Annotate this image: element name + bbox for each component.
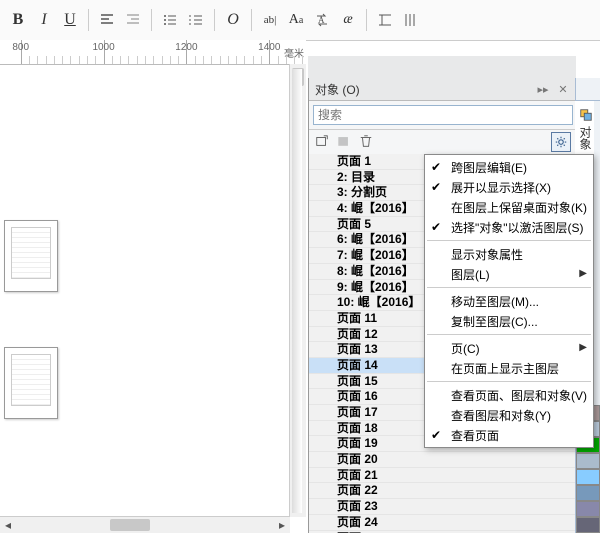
page-list-item[interactable]: 页面 21 <box>309 468 577 484</box>
menu-show-master-on-page[interactable]: 在页面上显示主图层 <box>425 358 593 378</box>
check-icon: ✔ <box>431 428 441 442</box>
separator <box>214 9 215 31</box>
menu-view-page-layer-obj[interactable]: 查看页面、图层和对象(V) <box>425 385 593 405</box>
page-list-item[interactable]: 页面 23 <box>309 499 577 515</box>
number-list-button[interactable] <box>184 8 208 32</box>
ligature-button[interactable]: æ <box>336 8 360 32</box>
separator <box>366 9 367 31</box>
submenu-arrow-icon: ▶ <box>579 268 587 279</box>
insert-char-button[interactable]: ab| <box>258 8 282 32</box>
bullet-list-button[interactable] <box>158 8 182 32</box>
options-context-menu: ✔跨图层编辑(E) ✔展开以显示选择(X) 在图层上保留桌面对象(K) ✔选择"… <box>424 154 594 448</box>
menu-copy-to-layer[interactable]: 复制至图层(C)... <box>425 311 593 331</box>
tab-objects[interactable]: 对象 <box>575 101 594 157</box>
menu-separator <box>427 381 591 382</box>
check-icon: ✔ <box>431 160 441 174</box>
char-format-button[interactable]: Aa <box>284 8 308 32</box>
objects-panel-header[interactable]: 对象 (O) ▸▸ ✕ <box>309 78 577 101</box>
scroll-thumb[interactable] <box>110 519 150 531</box>
tab-objects-label: 对象 <box>577 126 594 150</box>
hint-bar <box>308 56 576 79</box>
bold-button[interactable]: B <box>6 8 30 32</box>
ruler-button[interactable] <box>373 8 397 32</box>
color-swatch[interactable] <box>576 469 600 485</box>
scroll-left-arrow[interactable]: ◂ <box>0 517 16 533</box>
dropcap-button[interactable]: O <box>221 8 245 32</box>
menu-layer-submenu[interactable]: 图层(L)▶ <box>425 264 593 284</box>
color-swatch[interactable] <box>576 501 600 517</box>
page-list-item[interactable]: 页面 20 <box>309 452 577 468</box>
options-gear-button[interactable] <box>551 132 571 152</box>
color-swatch[interactable] <box>576 517 600 533</box>
color-swatch[interactable] <box>576 485 600 501</box>
text-direction-button[interactable]: A <box>310 8 334 32</box>
panel-close-button[interactable]: ✕ <box>555 81 571 97</box>
menu-page-submenu[interactable]: 页(C)▶ <box>425 338 593 358</box>
objects-search-row <box>309 101 577 130</box>
scroll-right-arrow[interactable]: ▸ <box>274 517 290 533</box>
check-icon: ✔ <box>431 180 441 194</box>
svg-text:A: A <box>318 15 325 25</box>
menu-view-layer-obj[interactable]: 查看图层和对象(Y) <box>425 405 593 425</box>
new-layer-icon[interactable] <box>315 134 329 151</box>
panel-collapse-button[interactable]: ▸▸ <box>535 81 551 97</box>
page-thumbnails <box>4 220 59 474</box>
italic-button[interactable]: I <box>32 8 56 32</box>
menu-expand-show-selection[interactable]: ✔展开以显示选择(X) <box>425 177 593 197</box>
check-icon: ✔ <box>431 220 441 234</box>
menu-separator <box>427 287 591 288</box>
page-list-item[interactable]: 页面 24 <box>309 515 577 531</box>
page-list-item[interactable]: 页面 22 <box>309 483 577 499</box>
new-master-layer-icon[interactable] <box>337 134 351 151</box>
objects-search-input[interactable] <box>313 105 573 125</box>
menu-move-to-layer[interactable]: 移动至图层(M)... <box>425 291 593 311</box>
submenu-arrow-icon: ▶ <box>579 342 587 353</box>
menu-separator <box>427 240 591 241</box>
menu-view-page[interactable]: ✔查看页面 <box>425 425 593 445</box>
page-thumbnail[interactable] <box>4 220 58 292</box>
color-swatch[interactable] <box>576 453 600 469</box>
page-edge <box>292 69 302 513</box>
columns-button[interactable] <box>399 8 423 32</box>
indent-button[interactable] <box>121 8 145 32</box>
format-toolbar: B I U O ab| Aa A æ <box>0 0 600 41</box>
align-button[interactable] <box>95 8 119 32</box>
menu-select-object-activate-layer[interactable]: ✔选择"对象"以激活图层(S) <box>425 217 593 237</box>
objects-panel-title: 对象 (O) <box>315 81 360 98</box>
canvas-area: 毫米 800100012001400 ◂ ▸ <box>0 40 306 533</box>
menu-edit-across-layers[interactable]: ✔跨图层编辑(E) <box>425 157 593 177</box>
separator <box>251 9 252 31</box>
underline-button[interactable]: U <box>58 8 82 32</box>
horizontal-ruler[interactable]: 毫米 800100012001400 <box>0 40 306 65</box>
separator <box>151 9 152 31</box>
separator <box>88 9 89 31</box>
menu-separator <box>427 334 591 335</box>
menu-show-obj-props[interactable]: 显示对象属性 <box>425 244 593 264</box>
horizontal-scrollbar[interactable]: ◂ ▸ <box>0 516 290 533</box>
objects-icon-row <box>309 130 577 155</box>
page-thumbnail[interactable] <box>4 347 58 419</box>
menu-keep-desktop-on-layer[interactable]: 在图层上保留桌面对象(K) <box>425 197 593 217</box>
delete-layer-icon[interactable] <box>359 134 373 151</box>
